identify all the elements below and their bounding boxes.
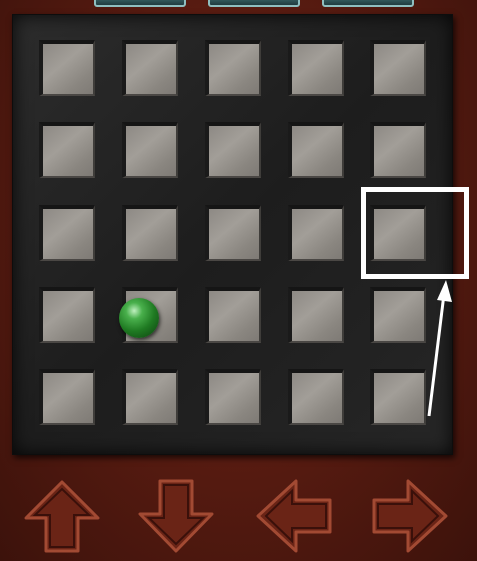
arrow-right-icon (372, 479, 448, 553)
down-arrow-button[interactable] (133, 475, 219, 557)
up-arrow-button[interactable] (19, 475, 105, 557)
arrow-up-icon (24, 480, 100, 553)
arrow-down-icon (138, 479, 214, 553)
left-arrow-button[interactable] (252, 475, 338, 557)
right-arrow-button[interactable] (366, 475, 452, 557)
arrow-left-icon (256, 479, 332, 553)
